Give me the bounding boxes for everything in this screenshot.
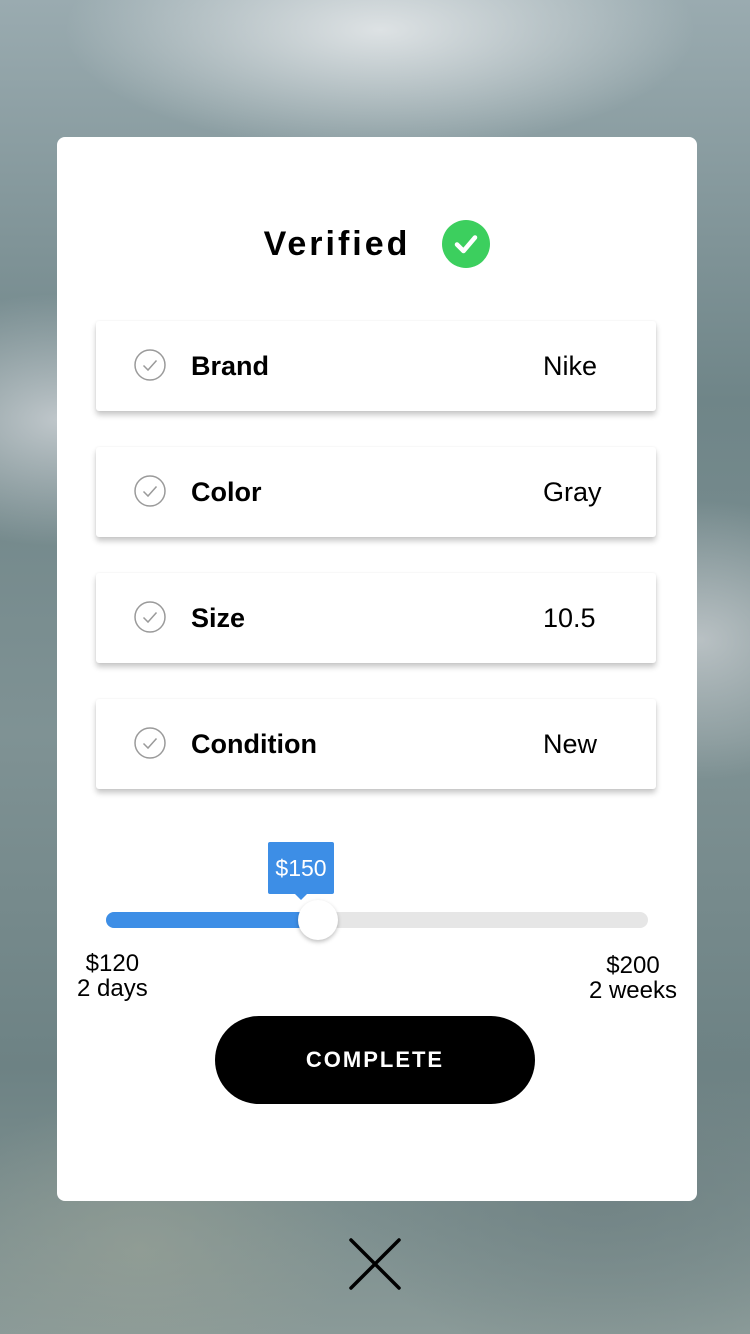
min-time: 2 days — [77, 975, 148, 1002]
attribute-row-brand: Brand Nike — [96, 321, 656, 411]
attribute-label: Color — [191, 477, 262, 507]
price-slider-fill — [106, 912, 318, 928]
attribute-label: Size — [191, 603, 246, 633]
check-outline-icon — [134, 601, 166, 633]
check-outline-icon — [134, 475, 166, 507]
complete-button[interactable]: COMPLETE — [215, 1016, 535, 1104]
price-slider-thumb[interactable] — [298, 900, 338, 940]
range-max: $200 2 weeks — [589, 953, 677, 1003]
verification-card: Verified Brand Nike Color Gray Size 10.5… — [57, 137, 697, 1201]
attribute-row-size: Size 10.5 — [96, 573, 656, 663]
price-slider-track[interactable] — [106, 912, 648, 928]
close-icon[interactable] — [347, 1236, 403, 1292]
title-row: Verified — [57, 219, 697, 269]
attribute-row-condition: Condition New — [96, 699, 656, 789]
attribute-value: 10.5 — [543, 603, 596, 633]
attribute-row-color: Color Gray — [96, 447, 656, 537]
check-outline-icon — [134, 727, 166, 759]
range-min: $120 2 days — [77, 951, 148, 1001]
card-title: Verified — [263, 224, 411, 263]
attribute-value: Gray — [543, 477, 602, 507]
price-tooltip: $150 — [268, 842, 334, 900]
check-circle-icon — [442, 220, 491, 268]
check-outline-icon — [134, 349, 166, 381]
attribute-value: Nike — [543, 351, 598, 381]
min-price: $120 — [85, 950, 140, 977]
max-time: 2 weeks — [588, 977, 677, 1004]
attribute-label: Brand — [191, 351, 270, 381]
max-price: $200 — [606, 952, 660, 979]
attribute-value: New — [543, 729, 598, 759]
attribute-label: Condition — [191, 729, 317, 759]
